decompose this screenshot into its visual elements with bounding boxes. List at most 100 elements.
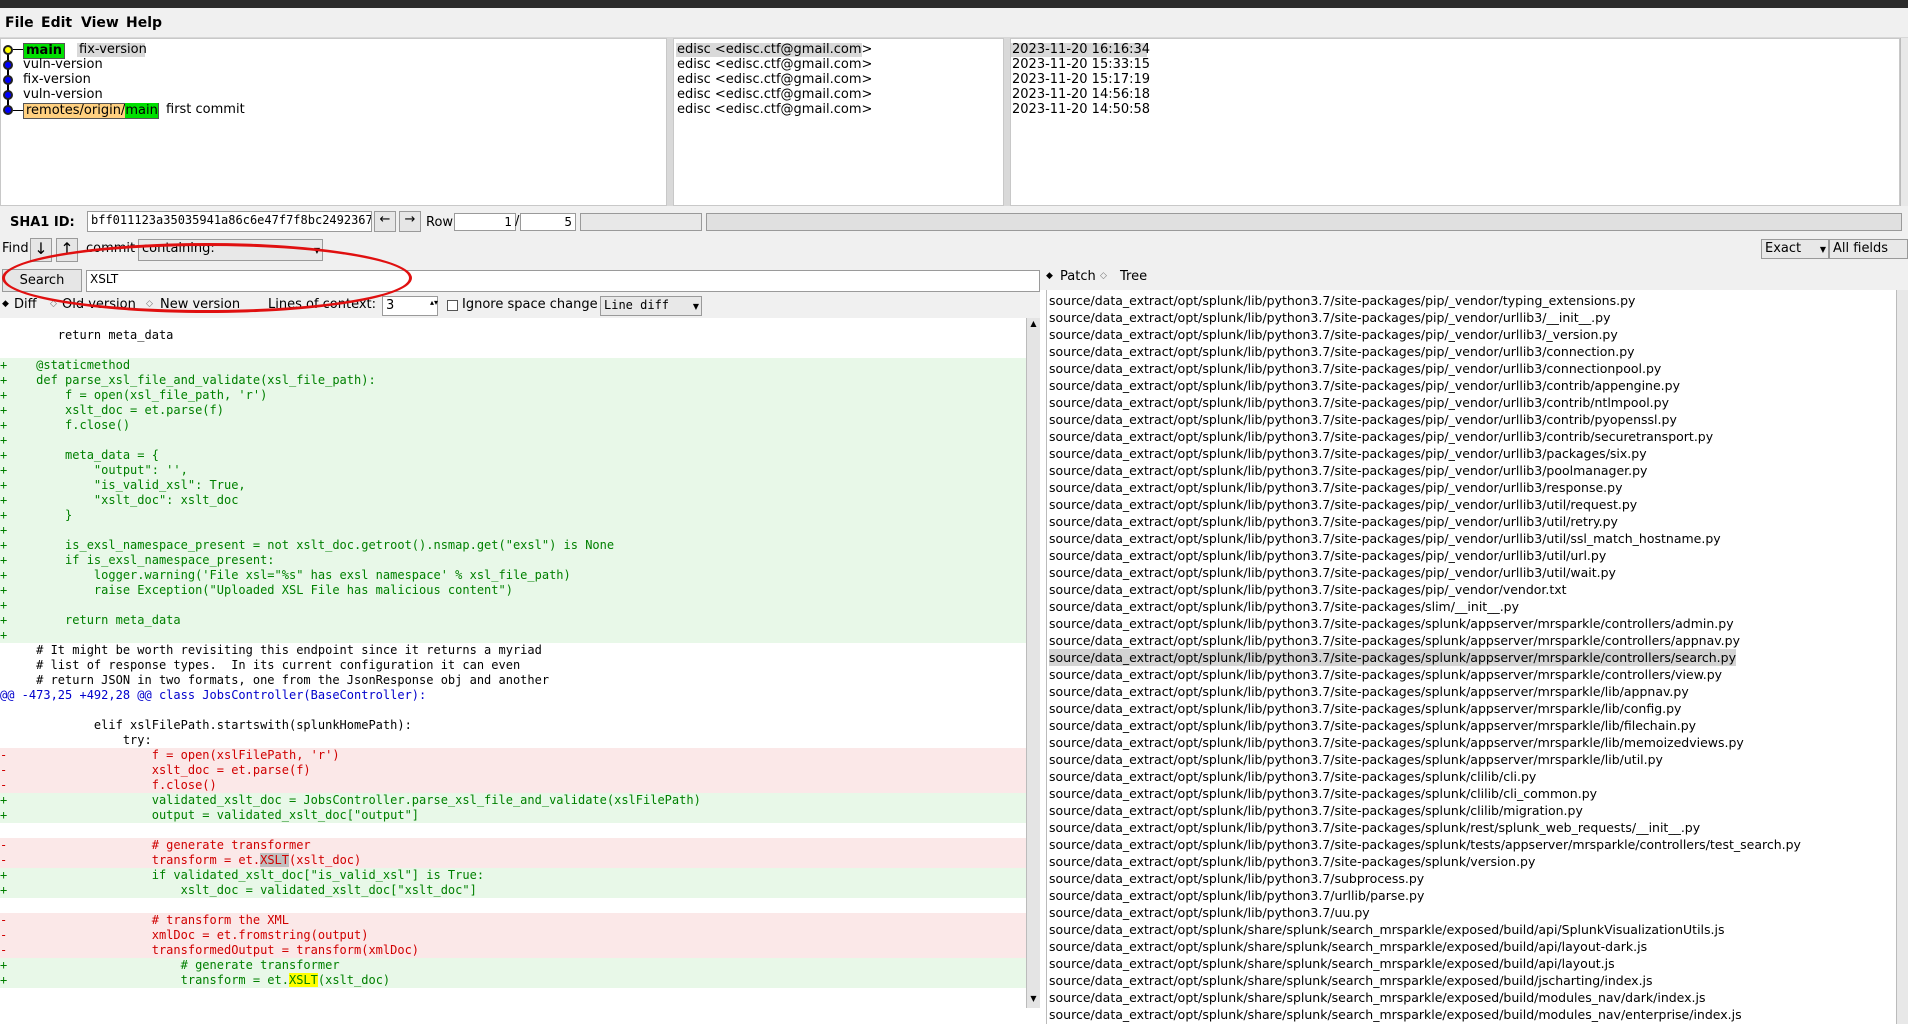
- file-list-item[interactable]: source/data_extract/opt/splunk/lib/pytho…: [1049, 598, 1519, 615]
- commit-message[interactable]: vuln-version: [23, 57, 103, 72]
- file-list-item[interactable]: source/data_extract/opt/splunk/lib/pytho…: [1049, 513, 1618, 530]
- file-list-item[interactable]: source/data_extract/opt/splunk/lib/pytho…: [1049, 649, 1736, 666]
- file-list-item[interactable]: source/data_extract/opt/splunk/lib/pytho…: [1049, 360, 1661, 377]
- diff-line-text: + if validated_xslt_doc["is_valid_xsl"] …: [0, 868, 485, 882]
- menu-file[interactable]: File: [5, 15, 34, 31]
- commit-message[interactable]: vuln-version: [23, 87, 103, 102]
- file-list-item[interactable]: source/data_extract/opt/splunk/lib/pytho…: [1049, 309, 1610, 326]
- file-list-item[interactable]: source/data_extract/opt/splunk/lib/pytho…: [1049, 530, 1721, 547]
- find-fields-select[interactable]: All fields: [1829, 239, 1908, 259]
- file-list-item[interactable]: source/data_extract/opt/splunk/lib/pytho…: [1049, 547, 1606, 564]
- menu-help[interactable]: Help: [126, 15, 162, 31]
- file-list-item[interactable]: source/data_extract/opt/splunk/lib/pytho…: [1049, 564, 1616, 581]
- date-pane[interactable]: 2023-11-20 16:16:34 2023-11-20 15:33:15 …: [1010, 38, 1900, 206]
- file-list-item[interactable]: source/data_extract/opt/splunk/lib/pytho…: [1049, 666, 1722, 683]
- file-list-item[interactable]: source/data_extract/opt/splunk/lib/pytho…: [1049, 717, 1696, 734]
- changed-files-list[interactable]: source/data_extract/opt/splunk/lib/pytho…: [1046, 290, 1896, 1024]
- date-entry[interactable]: 2023-11-20 16:16:34: [1012, 42, 1150, 57]
- file-list-item[interactable]: source/data_extract/opt/splunk/lib/pytho…: [1049, 615, 1734, 632]
- date-entry[interactable]: 2023-11-20 15:33:15: [1012, 57, 1150, 72]
- ignore-space-label[interactable]: Ignore space change: [462, 297, 598, 312]
- file-list-item[interactable]: source/data_extract/opt/splunk/lib/pytho…: [1049, 394, 1669, 411]
- file-list-item[interactable]: source/data_extract/opt/splunk/lib/pytho…: [1049, 496, 1637, 513]
- file-list-item[interactable]: source/data_extract/opt/splunk/share/spl…: [1049, 921, 1725, 938]
- line-diff-select[interactable]: Line diff ▼: [600, 296, 702, 316]
- author-entry[interactable]: edisc <edisc.ctf@gmail.com>: [677, 57, 872, 72]
- file-list-item[interactable]: source/data_extract/opt/splunk/lib/pytho…: [1049, 887, 1424, 904]
- file-list-item[interactable]: source/data_extract/opt/splunk/share/spl…: [1049, 989, 1706, 1006]
- row-separator: /: [515, 214, 520, 229]
- remote-branch-tag[interactable]: remotes/origin/main: [23, 103, 159, 119]
- file-list-item[interactable]: source/data_extract/opt/splunk/lib/pytho…: [1049, 377, 1680, 394]
- diff-line-text: + logger.warning('File xsl="%s" has exsl…: [0, 568, 571, 582]
- commit-message[interactable]: first commit: [166, 102, 245, 117]
- author-entry[interactable]: edisc <edisc.ctf@gmail.com>: [677, 87, 872, 102]
- scroll-down-icon[interactable]: ▼: [1028, 994, 1039, 1005]
- patch-radio-label[interactable]: Patch: [1060, 269, 1096, 284]
- file-list-item[interactable]: source/data_extract/opt/splunk/lib/pytho…: [1049, 870, 1424, 887]
- author-entry[interactable]: edisc <edisc.ctf@gmail.com>: [677, 72, 872, 87]
- radio-icon[interactable]: ◇: [1100, 271, 1107, 281]
- file-list-item[interactable]: source/data_extract/opt/splunk/lib/pytho…: [1049, 768, 1536, 785]
- file-list-item[interactable]: source/data_extract/opt/splunk/share/spl…: [1049, 938, 1647, 955]
- file-list-item[interactable]: source/data_extract/opt/splunk/lib/pytho…: [1049, 632, 1740, 649]
- date-entry[interactable]: 2023-11-20 14:50:58: [1012, 102, 1150, 117]
- diff-line-text: - # generate transformer: [0, 838, 311, 852]
- date-entry[interactable]: 2023-11-20 15:17:19: [1012, 72, 1150, 87]
- menu-edit[interactable]: Edit: [41, 15, 72, 31]
- file-list-item[interactable]: source/data_extract/opt/splunk/lib/pytho…: [1049, 479, 1623, 496]
- find-exact-select[interactable]: Exact ▼: [1761, 239, 1829, 259]
- file-list-item[interactable]: source/data_extract/opt/splunk/lib/pytho…: [1049, 734, 1744, 751]
- forward-arrow-icon[interactable]: →: [399, 211, 421, 232]
- commit-node[interactable]: [3, 75, 13, 85]
- file-list-item[interactable]: source/data_extract/opt/splunk/lib/pytho…: [1049, 904, 1370, 921]
- date-entry[interactable]: 2023-11-20 14:56:18: [1012, 87, 1150, 102]
- scroll-up-icon[interactable]: ▲: [1028, 319, 1039, 330]
- file-list-item[interactable]: source/data_extract/opt/splunk/lib/pytho…: [1049, 802, 1583, 819]
- file-list-item[interactable]: source/data_extract/opt/splunk/lib/pytho…: [1049, 326, 1618, 343]
- file-list-item[interactable]: source/data_extract/opt/splunk/lib/pytho…: [1049, 683, 1689, 700]
- file-list-item[interactable]: source/data_extract/opt/splunk/lib/pytho…: [1049, 343, 1635, 360]
- commit-message[interactable]: fix-version: [79, 42, 147, 57]
- file-list-item[interactable]: source/data_extract/opt/splunk/share/spl…: [1049, 955, 1615, 972]
- commit-list-scrollbar[interactable]: [1900, 38, 1908, 206]
- file-list-item[interactable]: source/data_extract/opt/splunk/lib/pytho…: [1049, 581, 1567, 598]
- author-entry[interactable]: edisc <edisc.ctf@gmail.com>: [677, 42, 872, 57]
- file-list-item[interactable]: source/data_extract/opt/splunk/lib/pytho…: [1049, 445, 1647, 462]
- commit-node-current[interactable]: [3, 45, 13, 55]
- file-list-item[interactable]: source/data_extract/opt/splunk/lib/pytho…: [1049, 853, 1535, 870]
- file-list-item[interactable]: source/data_extract/opt/splunk/lib/pytho…: [1049, 428, 1713, 445]
- commit-node[interactable]: [3, 60, 13, 70]
- diff-scrollbar[interactable]: ▲ ▼: [1026, 318, 1040, 1008]
- author-pane[interactable]: edisc <edisc.ctf@gmail.com> edisc <edisc…: [673, 38, 1004, 206]
- file-list-item[interactable]: source/data_extract/opt/splunk/lib/pytho…: [1049, 700, 1681, 717]
- sha-id-field[interactable]: bff011123a35035941a86c6e47f7f8bc24923677: [87, 211, 372, 232]
- radio-selected-icon[interactable]: ◆: [1046, 271, 1053, 281]
- commit-node[interactable]: [3, 105, 13, 115]
- spin-arrows-icon[interactable]: ▴▾: [430, 298, 438, 307]
- ignore-space-checkbox[interactable]: [447, 300, 458, 311]
- file-list-item[interactable]: source/data_extract/opt/splunk/lib/pytho…: [1049, 462, 1647, 479]
- file-list-item[interactable]: source/data_extract/opt/splunk/lib/pytho…: [1049, 292, 1635, 309]
- file-list-item[interactable]: source/data_extract/opt/splunk/share/spl…: [1049, 1006, 1742, 1023]
- file-list-item[interactable]: source/data_extract/opt/splunk/lib/pytho…: [1049, 751, 1663, 768]
- commit-node[interactable]: [3, 90, 13, 100]
- file-list-item[interactable]: source/data_extract/opt/splunk/lib/pytho…: [1049, 819, 1700, 836]
- tree-radio-label[interactable]: Tree: [1120, 269, 1147, 284]
- back-arrow-icon[interactable]: ←: [374, 211, 396, 232]
- diff-view[interactable]: return meta_data + @staticmethod + def par…: [0, 318, 1026, 1008]
- diff-line-text: + return meta_data: [0, 613, 181, 627]
- file-list-item[interactable]: source/data_extract/opt/splunk/lib/pytho…: [1049, 411, 1677, 428]
- author-entry[interactable]: edisc <edisc.ctf@gmail.com>: [677, 102, 872, 117]
- commit-message[interactable]: fix-version: [23, 72, 91, 87]
- diff-radio-label[interactable]: Diff: [14, 297, 37, 312]
- file-list-item[interactable]: source/data_extract/opt/splunk/lib/pytho…: [1049, 785, 1597, 802]
- file-list-item[interactable]: source/data_extract/opt/splunk/lib/pytho…: [1049, 836, 1801, 853]
- diff-line-text: + transform = et.: [0, 973, 289, 987]
- file-list-scrollbar[interactable]: [1896, 290, 1908, 1024]
- menu-view[interactable]: View: [81, 15, 119, 31]
- commit-graph-pane[interactable]: main fix-version vuln-version fix-versio…: [0, 38, 667, 206]
- file-list-item[interactable]: source/data_extract/opt/splunk/share/spl…: [1049, 972, 1653, 989]
- diff-line: + f.close(): [0, 418, 1026, 433]
- radio-selected-icon[interactable]: ◆: [2, 299, 9, 309]
